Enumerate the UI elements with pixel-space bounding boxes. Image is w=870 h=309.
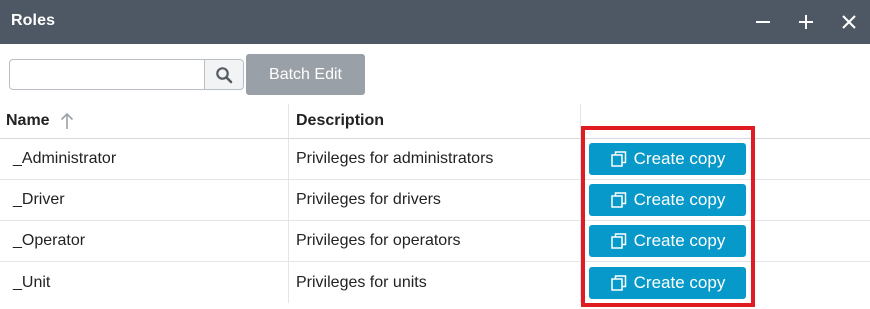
table-row[interactable]: _Operator Privileges for operators Creat… bbox=[0, 221, 870, 262]
create-copy-label: Create copy bbox=[633, 190, 726, 209]
table-header: Name Description bbox=[0, 104, 870, 139]
actions-cell: Create copy bbox=[580, 221, 870, 261]
arrow-up-icon bbox=[60, 112, 74, 130]
copy-icon bbox=[610, 233, 626, 249]
table-row[interactable]: _Unit Privileges for units Create copy bbox=[0, 262, 870, 303]
create-copy-button[interactable]: Create copy bbox=[589, 266, 746, 299]
column-header-name-label: Name bbox=[6, 112, 50, 129]
copy-icon bbox=[610, 151, 626, 167]
role-description: Privileges for drivers bbox=[288, 180, 580, 220]
maximize-icon bbox=[799, 15, 813, 29]
create-copy-label: Create copy bbox=[633, 149, 726, 168]
role-description: Privileges for operators bbox=[288, 221, 580, 261]
actions-cell: Create copy bbox=[580, 262, 870, 303]
role-description: Privileges for administrators bbox=[288, 139, 580, 179]
role-name: _Administrator bbox=[13, 150, 117, 167]
create-copy-label: Create copy bbox=[633, 272, 726, 292]
close-icon bbox=[842, 15, 856, 29]
create-copy-button[interactable]: Create copy bbox=[589, 184, 746, 216]
maximize-button[interactable] bbox=[791, 7, 821, 37]
actions-cell: Create copy bbox=[580, 180, 870, 220]
role-description: Privileges for units bbox=[288, 262, 580, 303]
window-titlebar: Roles bbox=[0, 0, 870, 44]
role-name: _Unit bbox=[13, 273, 51, 291]
column-header-description-label: Description bbox=[296, 112, 385, 129]
create-copy-label: Create copy bbox=[633, 231, 726, 250]
copy-icon bbox=[610, 274, 626, 291]
actions-cell: Create copy bbox=[580, 139, 870, 179]
search-icon bbox=[216, 66, 233, 83]
column-header-actions bbox=[580, 104, 870, 138]
batch-edit-button[interactable]: Batch Edit bbox=[246, 54, 365, 95]
minimize-button[interactable] bbox=[748, 7, 778, 37]
minimize-icon bbox=[756, 21, 770, 23]
column-header-description[interactable]: Description bbox=[288, 104, 580, 138]
role-name: _Operator bbox=[13, 232, 86, 249]
search-input[interactable] bbox=[9, 59, 205, 90]
toolbar: Batch Edit bbox=[0, 44, 870, 104]
table-row[interactable]: _Administrator Privileges for administra… bbox=[0, 139, 870, 180]
role-name: _Driver bbox=[13, 191, 65, 208]
close-button[interactable] bbox=[834, 7, 864, 37]
window-title: Roles bbox=[11, 12, 56, 29]
create-copy-button[interactable]: Create copy bbox=[589, 143, 746, 175]
search-button[interactable] bbox=[204, 59, 244, 90]
column-header-name[interactable]: Name bbox=[0, 104, 288, 138]
create-copy-button[interactable]: Create copy bbox=[589, 225, 746, 257]
table-row[interactable]: _Driver Privileges for drivers Create co… bbox=[0, 180, 870, 221]
copy-icon bbox=[610, 192, 626, 208]
